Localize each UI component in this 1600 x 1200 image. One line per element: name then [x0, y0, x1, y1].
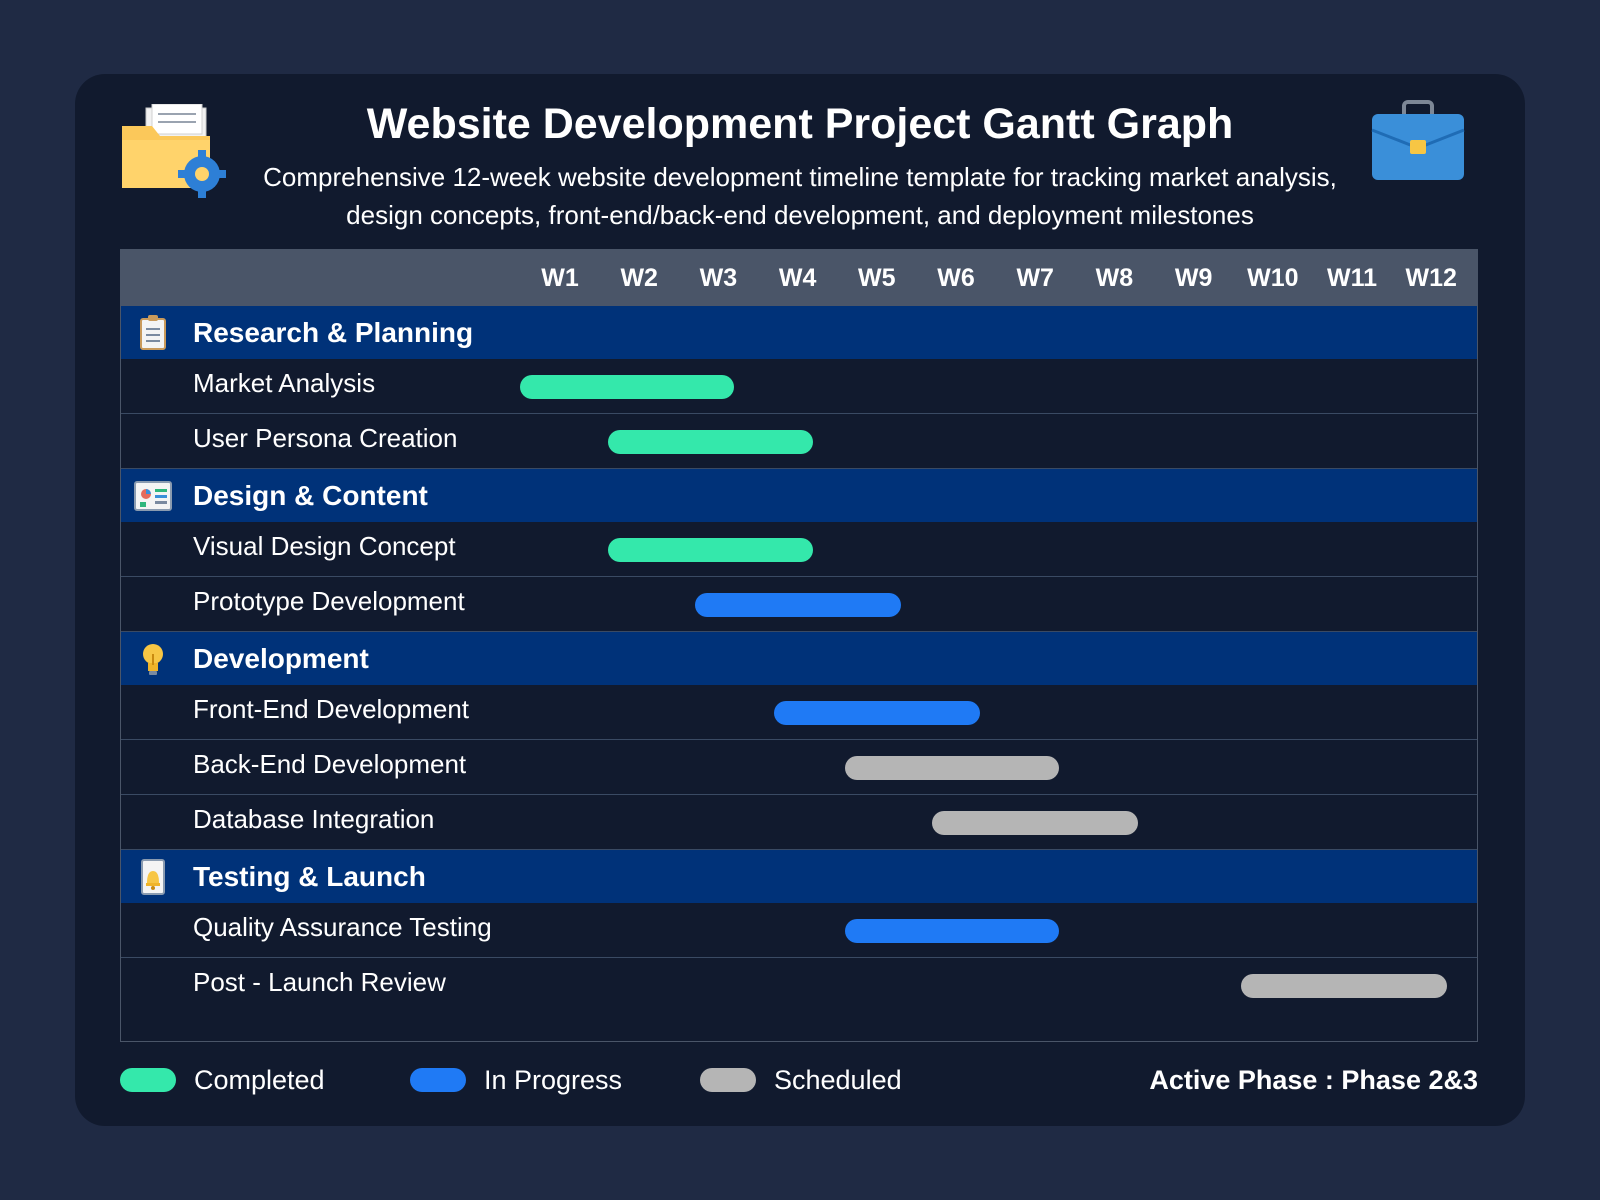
clipboard-icon [133, 313, 173, 353]
category-row: Development [121, 632, 1477, 685]
task-bar[interactable] [1241, 973, 1448, 998]
task-label: Prototype Development [193, 586, 465, 616]
legend-swatch [120, 1068, 176, 1092]
week-label-w7: W7 [1016, 264, 1054, 292]
task-label: Quality Assurance Testing [193, 912, 492, 942]
category-row: Testing & Launch [121, 850, 1477, 903]
task-label: Front-End Development [193, 694, 470, 724]
category-row: Design & Content [121, 469, 1477, 522]
task-bar[interactable] [520, 374, 735, 399]
task-bar[interactable] [607, 429, 814, 454]
week-label-w8: W8 [1095, 264, 1134, 292]
chart-subtitle: Comprehensive 12-week website developmen… [263, 162, 1337, 230]
task-bar[interactable] [845, 918, 1059, 943]
category-row: Research & Planning [121, 306, 1477, 359]
legend: Completed In Progress Scheduled Active Pha… [120, 1060, 1478, 1100]
legend-label: In Progress [484, 1065, 623, 1095]
chart-title: Website Development Project Gantt Graph [366, 100, 1234, 148]
task-label: Database Integration [193, 804, 435, 834]
week-label-w2: W2 [620, 264, 658, 292]
week-header-row: W1 W2 W3 W4 W5 W6 W7 W8 W9 W10 W11 W12 [121, 250, 1477, 306]
week-label-w1: W1 [541, 264, 579, 292]
task-bar[interactable] [607, 537, 814, 562]
task-row: Quality Assurance Testing [121, 903, 1477, 958]
task-bar[interactable] [773, 700, 980, 725]
task-row: Database Integration [121, 795, 1477, 850]
task-bar[interactable] [845, 755, 1059, 780]
lightbulb-icon [133, 639, 173, 679]
week-label-w6: W6 [937, 264, 975, 292]
category-label: Design & Content [193, 480, 428, 511]
category-label: Development [193, 643, 369, 674]
category-label: Testing & Launch [193, 861, 426, 892]
active-phase-label: Active Phase : Phase 2&3 [1149, 1065, 1478, 1095]
week-label-w9: W9 [1174, 264, 1213, 292]
week-label-w11: W11 [1326, 264, 1378, 292]
task-row: Prototype Development [121, 577, 1477, 632]
legend-swatch [410, 1068, 466, 1092]
task-row: Back-End Development [121, 740, 1477, 795]
task-label: Back-End Development [193, 749, 467, 779]
task-bar[interactable] [694, 592, 901, 617]
dashboard-icon [133, 476, 173, 516]
bell-note-icon [133, 857, 173, 897]
task-row: Market Analysis [121, 359, 1477, 414]
week-label-w3: W3 [699, 264, 738, 292]
task-label: Post - Launch Review [193, 967, 446, 997]
task-row: Visual Design Concept [121, 522, 1477, 577]
week-label-w10: W10 [1247, 264, 1299, 292]
task-label: Market Analysis [193, 368, 376, 398]
task-row: Front-End Development [121, 685, 1477, 740]
task-bar[interactable] [932, 810, 1139, 835]
task-label: Visual Design Concept [193, 531, 456, 561]
week-label-w5: W5 [858, 264, 896, 292]
task-label: User Persona Creation [193, 423, 458, 453]
category-label: Research & Planning [193, 317, 474, 348]
legend-swatch [700, 1068, 756, 1092]
task-row: User Persona Creation [121, 414, 1477, 469]
gantt-table: W1 W2 W3 W4 W5 W6 W7 W8 W9 W10 W11 W12 Research & P… [120, 249, 1478, 1042]
week-label-w4: W4 [778, 264, 817, 292]
task-row: Post - Launch Review [121, 958, 1477, 1013]
legend-label: Scheduled [774, 1065, 902, 1095]
week-label-w12: W12 [1405, 264, 1457, 292]
legend-label: Completed [194, 1065, 325, 1095]
